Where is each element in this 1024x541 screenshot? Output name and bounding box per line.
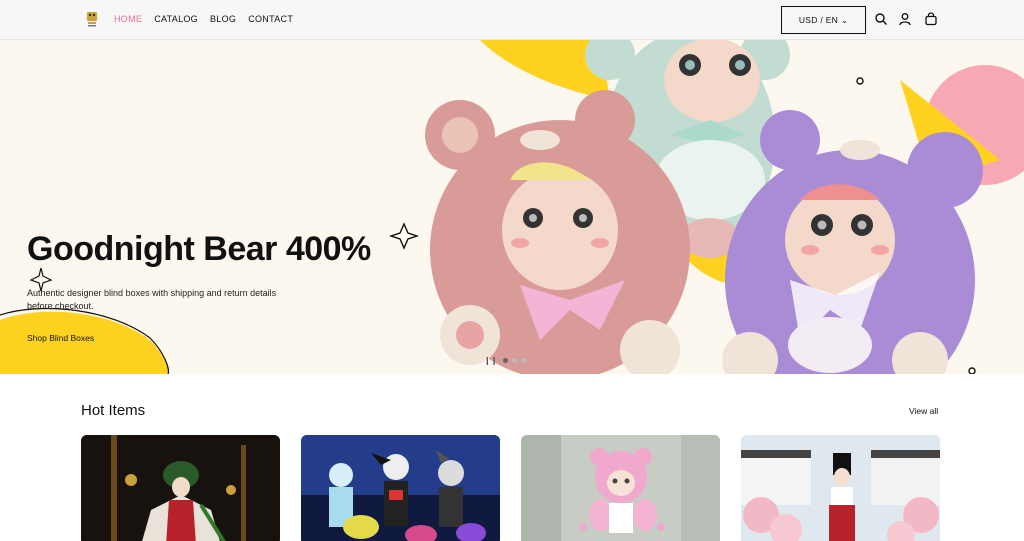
product-card-3[interactable] bbox=[521, 435, 720, 541]
currency-language-selector[interactable]: USD / EN ⌄ bbox=[781, 6, 866, 34]
pause-icon[interactable]: ❙❙ bbox=[484, 356, 497, 365]
hero-description: Authentic designer blind boxes with ship… bbox=[27, 288, 277, 311]
cart-icon[interactable] bbox=[924, 12, 938, 26]
product-image-1 bbox=[81, 435, 280, 541]
main-nav: HOME CATALOG BLOG CONTACT bbox=[114, 14, 293, 24]
product-card-4[interactable] bbox=[741, 435, 940, 541]
account-icon[interactable] bbox=[898, 12, 912, 26]
hero-illustration bbox=[0, 40, 1024, 374]
chevron-down-icon: ⌄ bbox=[841, 15, 849, 25]
shop-blind-boxes-link[interactable]: Shop Blind Boxes bbox=[27, 333, 94, 343]
search-icon[interactable] bbox=[874, 12, 888, 26]
currency-label: USD / EN bbox=[798, 15, 839, 25]
nav-catalog[interactable]: CATALOG bbox=[154, 14, 198, 24]
nav-home[interactable]: HOME bbox=[114, 14, 142, 24]
slideshow-pager: ❙❙ bbox=[484, 356, 527, 365]
view-all-link[interactable]: View all bbox=[909, 406, 938, 416]
brand-logo[interactable] bbox=[86, 10, 98, 28]
product-image-2 bbox=[301, 435, 500, 541]
site-header: HOME CATALOG BLOG CONTACT USD / EN ⌄ bbox=[0, 0, 1024, 40]
hero-banner: Goodnight Bear 400% Authentic designer b… bbox=[0, 40, 1024, 374]
hero-title: Goodnight Bear 400% bbox=[27, 230, 371, 268]
product-image-3 bbox=[521, 435, 720, 541]
slide-dot-2[interactable] bbox=[512, 358, 518, 363]
product-card-1[interactable] bbox=[81, 435, 280, 541]
product-card-2[interactable] bbox=[301, 435, 500, 541]
slide-dot-3[interactable] bbox=[521, 358, 527, 363]
nav-contact[interactable]: CONTACT bbox=[248, 14, 293, 24]
nav-blog[interactable]: BLOG bbox=[210, 14, 236, 24]
product-image-4 bbox=[741, 435, 940, 541]
hot-items-title: Hot Items bbox=[81, 402, 146, 419]
slide-dot-1[interactable] bbox=[503, 358, 509, 363]
